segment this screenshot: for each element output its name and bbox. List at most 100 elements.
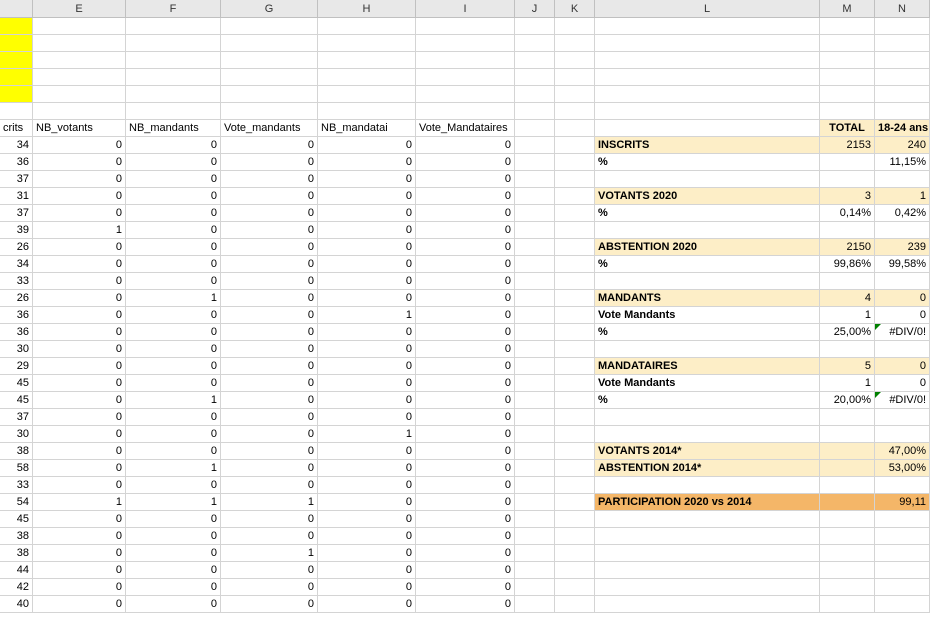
cell-g[interactable]: 0 — [221, 188, 318, 205]
cell-i[interactable] — [416, 69, 515, 86]
cell-d[interactable]: 45 — [0, 375, 33, 392]
cell-e[interactable]: 0 — [33, 205, 126, 222]
cell-k[interactable] — [555, 52, 595, 69]
cell-n[interactable] — [875, 545, 930, 562]
cell-m[interactable]: 99,86% — [820, 256, 875, 273]
cell-h[interactable]: 1 — [318, 426, 416, 443]
cell-n[interactable] — [875, 69, 930, 86]
cell-g[interactable]: 0 — [221, 171, 318, 188]
cell-k[interactable] — [555, 511, 595, 528]
cell-l[interactable] — [595, 477, 820, 494]
cell-m[interactable]: 3 — [820, 188, 875, 205]
cell-n[interactable] — [875, 596, 930, 613]
cell-d[interactable] — [0, 35, 33, 52]
cell-j[interactable] — [515, 324, 555, 341]
cell-g[interactable]: 0 — [221, 562, 318, 579]
cell-e[interactable]: 0 — [33, 154, 126, 171]
cell-n[interactable] — [875, 426, 930, 443]
cell-i[interactable]: 0 — [416, 205, 515, 222]
cell-k[interactable] — [555, 545, 595, 562]
cell-m[interactable] — [820, 460, 875, 477]
cell-k[interactable] — [555, 69, 595, 86]
cell-i[interactable]: 0 — [416, 256, 515, 273]
cell-g[interactable]: 0 — [221, 375, 318, 392]
cell-k[interactable] — [555, 290, 595, 307]
cell-k[interactable] — [555, 222, 595, 239]
cell-n[interactable]: 240 — [875, 137, 930, 154]
cell-l[interactable]: % — [595, 154, 820, 171]
cell-h[interactable]: 0 — [318, 171, 416, 188]
cell-k[interactable] — [555, 324, 595, 341]
cell-n[interactable]: 0 — [875, 307, 930, 324]
cell-i[interactable] — [416, 52, 515, 69]
cell-n[interactable] — [875, 579, 930, 596]
cell-n[interactable] — [875, 562, 930, 579]
cell-j[interactable] — [515, 511, 555, 528]
cell-j[interactable] — [515, 35, 555, 52]
cell-m[interactable] — [820, 494, 875, 511]
cell-k[interactable] — [555, 579, 595, 596]
cell-m[interactable]: 25,00% — [820, 324, 875, 341]
cell-l[interactable]: % — [595, 392, 820, 409]
col-header-j[interactable]: J — [515, 0, 555, 17]
cell-h[interactable]: 0 — [318, 477, 416, 494]
cell-h[interactable] — [318, 18, 416, 35]
cell-g[interactable]: 0 — [221, 579, 318, 596]
cell-k[interactable] — [555, 103, 595, 120]
cell-k[interactable] — [555, 477, 595, 494]
cell-g[interactable]: 1 — [221, 494, 318, 511]
cell-g[interactable]: 0 — [221, 358, 318, 375]
cell-k[interactable] — [555, 562, 595, 579]
cell-j[interactable] — [515, 460, 555, 477]
cell-l[interactable] — [595, 103, 820, 120]
cell-d[interactable]: 30 — [0, 341, 33, 358]
cell-f[interactable]: 0 — [126, 528, 221, 545]
cell-n[interactable]: 99,58% — [875, 256, 930, 273]
cell-h[interactable]: 0 — [318, 596, 416, 613]
cell-n[interactable] — [875, 477, 930, 494]
cell-d[interactable]: 30 — [0, 426, 33, 443]
cell-h[interactable]: 0 — [318, 562, 416, 579]
cell-d[interactable]: 26 — [0, 290, 33, 307]
cell-i[interactable]: 0 — [416, 494, 515, 511]
cell-j[interactable] — [515, 545, 555, 562]
cell-g[interactable]: 0 — [221, 477, 318, 494]
cell-f[interactable]: 0 — [126, 579, 221, 596]
cell-l[interactable] — [595, 341, 820, 358]
cell-n[interactable] — [875, 171, 930, 188]
cell-i[interactable]: 0 — [416, 545, 515, 562]
cell-n[interactable]: 1 — [875, 188, 930, 205]
cell-d[interactable]: 31 — [0, 188, 33, 205]
cell-e[interactable]: 0 — [33, 426, 126, 443]
cell-h[interactable]: 0 — [318, 222, 416, 239]
cell-h[interactable]: 0 — [318, 205, 416, 222]
cell-e[interactable]: 0 — [33, 273, 126, 290]
cell-e[interactable]: 0 — [33, 562, 126, 579]
cell-g[interactable]: Vote_mandants — [221, 120, 318, 137]
cell-e[interactable]: 0 — [33, 460, 126, 477]
cell-i[interactable] — [416, 103, 515, 120]
cell-d[interactable]: crits — [0, 120, 33, 137]
cell-h[interactable] — [318, 35, 416, 52]
cell-j[interactable] — [515, 579, 555, 596]
cell-f[interactable]: 0 — [126, 426, 221, 443]
cell-i[interactable]: 0 — [416, 596, 515, 613]
cell-h[interactable]: 0 — [318, 443, 416, 460]
cell-e[interactable]: 0 — [33, 545, 126, 562]
cell-i[interactable]: 0 — [416, 222, 515, 239]
cell-m[interactable] — [820, 154, 875, 171]
cell-i[interactable]: 0 — [416, 477, 515, 494]
cell-m[interactable] — [820, 52, 875, 69]
cell-d[interactable]: 39 — [0, 222, 33, 239]
cell-g[interactable]: 0 — [221, 154, 318, 171]
cell-f[interactable]: 0 — [126, 341, 221, 358]
cell-e[interactable]: 0 — [33, 239, 126, 256]
cell-i[interactable]: 0 — [416, 341, 515, 358]
cell-g[interactable]: 0 — [221, 341, 318, 358]
cell-i[interactable]: 0 — [416, 273, 515, 290]
cell-m[interactable] — [820, 511, 875, 528]
cell-f[interactable] — [126, 86, 221, 103]
cell-l[interactable]: % — [595, 256, 820, 273]
col-header-i[interactable]: I — [416, 0, 515, 17]
cell-h[interactable]: 0 — [318, 511, 416, 528]
